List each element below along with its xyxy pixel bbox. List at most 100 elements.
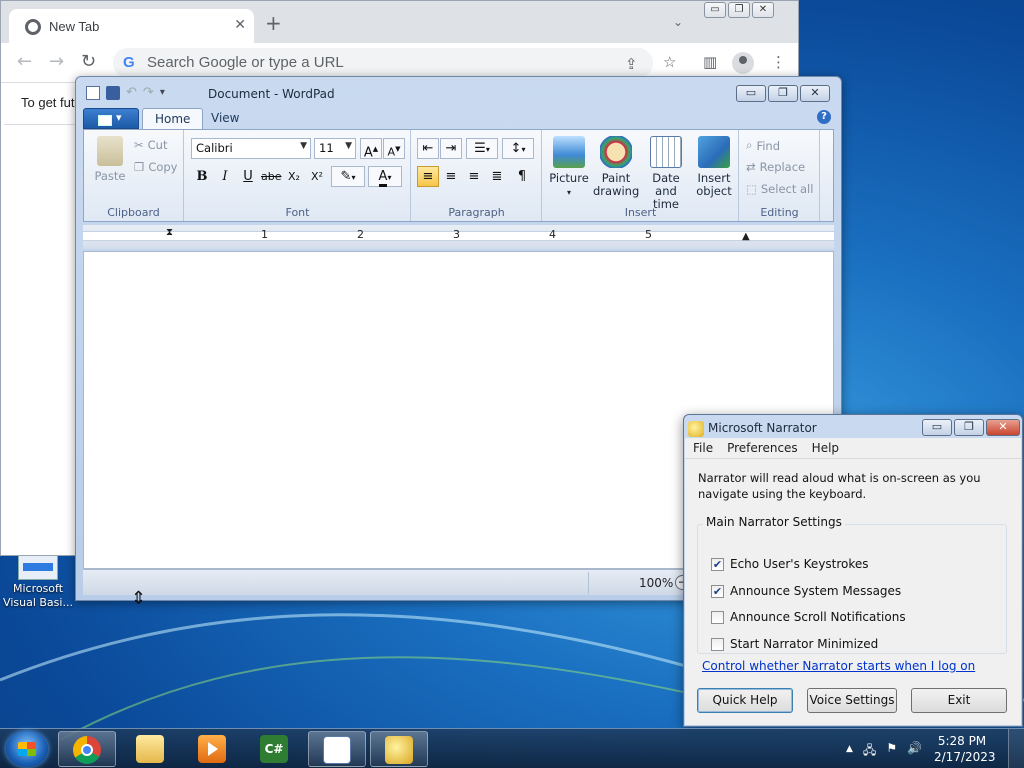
save-icon[interactable] [106,85,120,100]
more-menu-icon[interactable]: ⋮ [771,53,786,71]
redo-icon[interactable]: ↷ [143,85,154,100]
grow-font-button[interactable]: A▲ [360,138,382,160]
omnibox[interactable]: G Search Google or type a URL ⇪ [113,48,653,78]
paste-button[interactable]: Paste [90,136,130,183]
paint-drawing-button[interactable]: Paint drawing [593,136,639,198]
help-icon[interactable]: ? [817,110,831,124]
maximize-button[interactable]: ❐ [728,2,750,18]
wordpad-menu-button[interactable] [83,108,139,129]
reload-icon[interactable]: ↻ [81,51,96,72]
quick-help-button[interactable]: Quick Help [697,688,793,713]
clock[interactable]: 5:28 PM 2/17/2023 [934,733,996,765]
paragraph-group: ⇤ ⇥ ☰▾ ↕▾ ≡ ≡ ≡ ≣ ¶ Paragraph [412,130,542,221]
select-all-button[interactable]: ⬚ Select all [746,182,813,196]
startup-settings-link[interactable]: Control whether Narrator starts when I l… [702,659,975,673]
line-spacing-icon[interactable]: ↕▾ [502,138,534,159]
menu-file[interactable]: File [693,441,713,455]
tab-view[interactable]: View [199,108,251,129]
indent-marker-icon[interactable]: ⧗ [166,227,173,238]
start-button[interactable] [6,731,48,767]
justify-icon[interactable]: ≣ [486,166,508,187]
folder-icon [136,735,164,763]
tab-home[interactable]: Home [142,108,204,129]
taskbar-narrator[interactable] [370,731,428,767]
announce-scroll-notifications-checkbox[interactable]: Announce Scroll Notifications [711,610,906,624]
align-left-icon[interactable]: ≡ [417,166,439,187]
close-button[interactable]: ✕ [752,2,774,18]
align-right-icon[interactable]: ≡ [463,166,485,187]
clipboard-group: Paste ✂ Cut ❐ Copy Clipboard [84,130,184,221]
right-indent-marker-icon[interactable]: ▲ [742,231,750,242]
align-center-icon[interactable]: ≡ [440,166,462,187]
copy-button[interactable]: ❐ Copy [134,160,177,174]
desktop-icon-visual-basic[interactable]: Microsoft Visual Basi... [2,552,74,610]
new-tab-button[interactable]: + [265,13,282,33]
announce-system-messages-checkbox[interactable]: ✔ Announce System Messages [711,584,901,598]
superscript-button[interactable]: X² [306,166,328,187]
bullets-list-icon[interactable]: ☰▾ [466,138,498,159]
maximize-button[interactable]: ❐ [954,419,984,436]
back-arrow-icon[interactable]: ← [17,51,32,72]
editing-label: Editing [760,206,799,219]
taskbar-wordpad[interactable] [308,731,366,767]
bookmark-star-icon[interactable]: ☆ [663,53,676,71]
taskbar-visual-csharp[interactable]: C# [246,731,304,767]
find-button[interactable]: ⌕ Find [746,138,780,153]
side-panel-icon[interactable]: ▥ [703,53,717,71]
start-minimized-checkbox[interactable]: Start Narrator Minimized [711,637,878,651]
insert-object-button[interactable]: Insert object [693,136,735,198]
highlight-color-button[interactable]: ✎▾ [331,166,365,187]
replace-button[interactable]: ⇄ Replace [746,160,805,174]
chrome-favicon-icon [25,19,41,35]
paragraph-label: Paragraph [448,206,505,219]
increase-indent-icon[interactable]: ⇥ [440,138,462,159]
tab-close-icon[interactable]: ✕ [234,17,246,33]
close-button[interactable]: ✕ [800,85,830,102]
italic-button[interactable]: I [214,166,236,187]
bold-button[interactable]: B [191,166,213,187]
wordpad-window-controls: ▭ ❐ ✕ [736,85,830,102]
menu-help[interactable]: Help [812,441,839,455]
qat-dropdown-icon[interactable]: ▾ [160,87,165,98]
exit-button[interactable]: Exit [911,688,1007,713]
text-color-button[interactable]: A▾ [368,166,402,187]
ruler[interactable]: 1 2 3 4 5 ⧗ ▲ [83,225,834,249]
voice-settings-button[interactable]: Voice Settings [807,688,897,713]
profile-avatar-icon[interactable] [732,52,754,74]
date-time-button[interactable]: Date and time [641,136,691,211]
paragraph-settings-icon[interactable]: ¶ [511,166,533,187]
omnibox-placeholder: Search Google or type a URL [147,54,344,71]
subscript-button[interactable]: X₂ [283,166,305,187]
minimize-button[interactable]: ▭ [704,2,726,18]
taskbar-chrome[interactable] [58,731,116,767]
minimize-button[interactable]: ▭ [736,85,766,102]
tab-search-chevron-icon[interactable]: ⌄ [673,15,683,29]
cut-button[interactable]: ✂ Cut [134,138,167,152]
menu-preferences[interactable]: Preferences [727,441,798,455]
strikethrough-button[interactable]: abe [260,166,282,187]
volume-icon[interactable]: 🔊 [907,741,922,762]
narrator-app-icon [688,421,704,437]
action-center-flag-icon[interactable]: ⚑ [886,741,897,762]
taskbar-file-explorer[interactable] [122,731,180,767]
chrome-tab-new-tab[interactable]: New Tab ✕ [9,9,254,43]
font-size-select[interactable]: 11 ▼ [314,138,356,159]
minimize-button[interactable]: ▭ [922,419,952,436]
forward-arrow-icon[interactable]: → [49,51,64,72]
maximize-button[interactable]: ❐ [768,85,798,102]
taskbar-media-player[interactable] [184,731,242,767]
show-desktop-button[interactable] [1008,729,1024,768]
network-icon[interactable]: 🖧 [863,741,876,762]
underline-button[interactable]: U [237,166,259,187]
decrease-indent-icon[interactable]: ⇤ [417,138,439,159]
tray-expand-icon[interactable]: ▲ [846,741,853,762]
shrink-font-button[interactable]: A▼ [383,138,405,159]
echo-keystrokes-checkbox[interactable]: ✔ Echo User's Keystrokes [711,557,869,571]
close-button[interactable]: ✕ [986,419,1020,436]
share-icon[interactable]: ⇪ [625,55,638,73]
insert-picture-button[interactable]: Picture ▾ [547,136,591,199]
google-g-icon: G [123,54,135,71]
undo-icon[interactable]: ↶ [126,85,137,100]
font-family-select[interactable]: Calibri ▼ [191,138,311,159]
object-icon [698,136,730,168]
